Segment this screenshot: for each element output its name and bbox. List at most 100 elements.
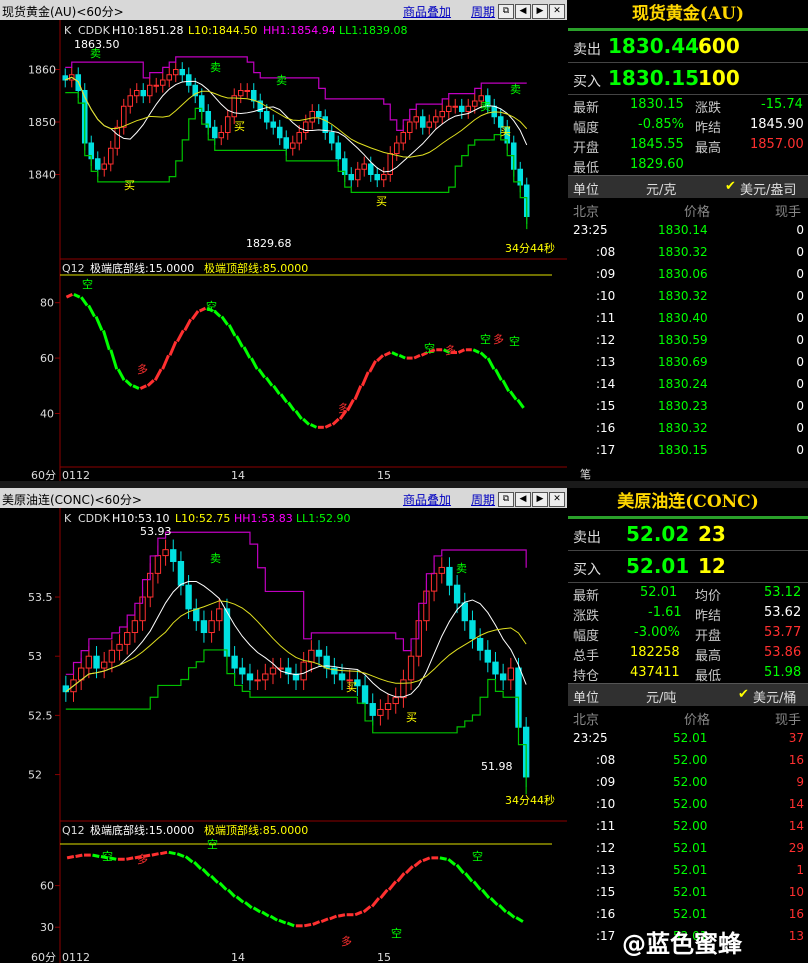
short-signal: 空 (391, 926, 402, 940)
col-volume: 现手 (775, 205, 802, 220)
ask-volume: 23 (698, 522, 726, 546)
tick-price: 52.00 (673, 775, 708, 789)
col-time: 北京 (573, 205, 600, 220)
period-button[interactable]: 周期 (471, 491, 495, 508)
candle-body (300, 661, 307, 681)
unit-alt-toggle[interactable]: 美元/桶 (753, 687, 796, 706)
gold-chart-panel[interactable]: 现货黄金(AU)<60分> 商品叠加 周期 ⧉ ◀ ▶ ✕ 1860 1850 1840 … (0, 0, 567, 481)
pct-value: -3.00% (634, 625, 680, 640)
oscillator-segment (75, 853, 83, 858)
close-icon[interactable]: ✕ (549, 4, 565, 19)
open-label: 开盘 (573, 141, 600, 156)
unit-label: 单位 (573, 691, 600, 706)
tick-volume: 16 (788, 753, 804, 767)
unit-label: 单位 (573, 183, 600, 198)
tick-time: :15 (596, 885, 616, 899)
candle-body (244, 90, 251, 92)
candle-body (406, 121, 413, 133)
tick-volume: 0 (796, 333, 804, 347)
candle-body (296, 132, 303, 144)
candle-body (361, 163, 368, 170)
check-icon[interactable]: ✔ (738, 687, 749, 702)
bid-row[interactable]: 买入 52.01 12 (568, 551, 808, 583)
tick-price: 52.01 (673, 841, 708, 855)
change-label: 涨跌 (573, 609, 600, 624)
tick-volume: 16 (788, 907, 804, 921)
window-restore-icon[interactable]: ⧉ (498, 492, 514, 507)
close-icon[interactable]: ✕ (549, 492, 565, 507)
long-signal: 多 (338, 401, 349, 415)
buy-signal: 买 (234, 120, 245, 133)
candle-body (492, 661, 499, 675)
forward-icon[interactable]: ▶ (532, 4, 548, 19)
tick-volume: 37 (788, 731, 804, 745)
candle-body (193, 608, 200, 622)
candle-body (413, 116, 420, 123)
window-restore-icon[interactable]: ⧉ (498, 4, 514, 19)
forward-icon[interactable]: ▶ (532, 492, 548, 507)
x-label-date: 14 (231, 469, 245, 481)
tick-volume: 0 (796, 377, 804, 391)
candle-body (166, 74, 173, 81)
open-value: 53.77 (764, 625, 802, 640)
footer-tab[interactable]: 笔 (580, 466, 591, 482)
tick-price: 52.01 (673, 885, 708, 899)
crude-chart-panel[interactable]: 美原油连(CONC)<60分> 商品叠加 周期 ⧉ ◀ ▶ ✕ 53.5 53 52.5 5… (0, 488, 567, 963)
col-volume: 现手 (775, 713, 802, 728)
candle-body (270, 121, 277, 128)
overlay-button[interactable]: 商品叠加 (403, 3, 451, 20)
check-icon[interactable]: ✔ (725, 179, 736, 194)
candle-body (269, 667, 277, 675)
candle-body (101, 661, 108, 669)
buy-signal: 买 (346, 681, 357, 694)
osc-top-line-label: 极端顶部线:85.0000 (204, 823, 308, 837)
unit-bar[interactable]: 单位 元/克 ✔ 美元/盎司 (568, 175, 808, 198)
ask-row[interactable]: 卖出 52.02 23 (568, 519, 808, 551)
tick-time: :11 (596, 311, 616, 325)
avg-value: 53.12 (764, 585, 802, 600)
change-value: -15.74 (761, 97, 803, 112)
info-cddk: CDDK (78, 512, 111, 525)
low-value: 1829.60 (630, 157, 684, 172)
high-label: 最高 (695, 649, 722, 664)
sell-signal: 卖 (210, 61, 221, 74)
candle-body (452, 105, 459, 108)
long-signal: 多 (445, 343, 456, 357)
gold-candle-chart[interactable]: 1860 1850 1840 K CDDK H10:1851.28 L10:1844… (0, 20, 567, 481)
candle-body (185, 584, 192, 610)
bid-row[interactable]: 买入 1830.15 100 (568, 63, 808, 95)
unit-bar[interactable]: 单位 元/吨 ✔ 美元/桶 (568, 683, 808, 706)
tick-price: 52.01 (673, 863, 708, 877)
tick-volume: 13 (788, 929, 804, 943)
tick-row: :08 1830.32 0 (568, 242, 808, 264)
tick-time: :10 (596, 289, 616, 303)
ask-row[interactable]: 卖出 1830.44 600 (568, 31, 808, 63)
col-price: 价格 (684, 713, 711, 728)
candle-body (200, 620, 208, 634)
overlay-button[interactable]: 商品叠加 (403, 491, 451, 508)
candle-body (153, 84, 160, 87)
tick-volume: 0 (796, 289, 804, 303)
candle-body (208, 620, 215, 634)
chart-title: 美原油连(CONC)<60分> (2, 493, 142, 507)
info-h10: H10:1851.28 (112, 24, 183, 37)
tick-price: 52.01 (673, 907, 708, 921)
tick-row: :08 52.00 16 (568, 750, 808, 772)
oscillator-segment (439, 856, 447, 861)
candle-body (120, 105, 127, 128)
back-icon[interactable]: ◀ (515, 4, 531, 19)
tick-price: 1830.32 (658, 421, 708, 435)
osc-title: Q12 (62, 824, 85, 837)
ask-volume: 600 (698, 34, 740, 58)
tick-volume: 14 (788, 797, 804, 811)
oscillator-segment (126, 856, 134, 861)
candle-body (400, 132, 407, 144)
period-button[interactable]: 周期 (471, 3, 495, 20)
candle-body (393, 142, 400, 154)
crude-candle-chart[interactable]: 53.55352.552 K CDDK H10:53.10 L10:52.75 … (0, 508, 567, 963)
tick-time: :10 (596, 797, 616, 811)
back-icon[interactable]: ◀ (515, 492, 531, 507)
osc-title: Q12 (62, 262, 85, 275)
candle-body (231, 95, 238, 118)
unit-alt-toggle[interactable]: 美元/盎司 (740, 179, 796, 198)
